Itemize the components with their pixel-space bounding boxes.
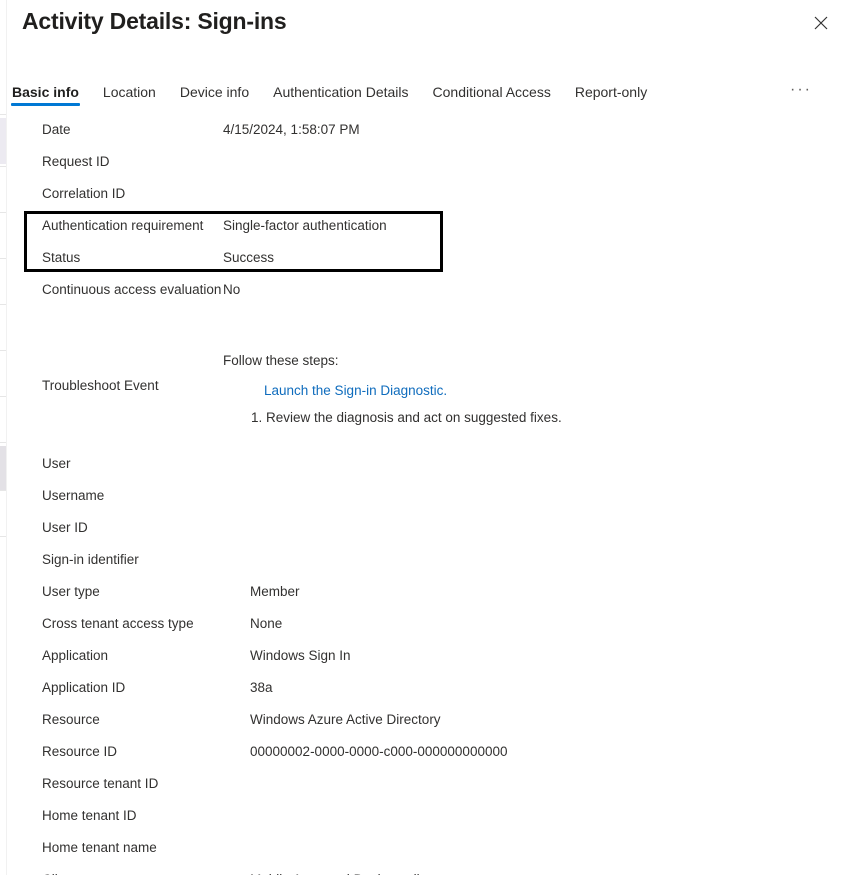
tab-location[interactable]: Location xyxy=(91,78,168,106)
detail-row-status: Status Success xyxy=(0,246,846,278)
troubleshoot-intro-text: Follow these steps: xyxy=(223,353,339,368)
detail-row-user-id: User ID xyxy=(0,516,846,548)
detail-row-resource-tenant-id: Resource tenant ID xyxy=(0,772,846,804)
close-icon xyxy=(814,16,828,30)
detail-value: No xyxy=(223,282,241,297)
detail-label: Application xyxy=(42,648,109,663)
detail-label: Correlation ID xyxy=(42,186,126,201)
basic-info-detail-list: Date 4/15/2024, 1:58:07 PM Request ID Co… xyxy=(0,118,846,875)
detail-row-resource-id: Resource ID 00000002-0000-0000-c000-0000… xyxy=(0,740,846,772)
detail-row-correlation-id: Correlation ID xyxy=(0,182,846,214)
detail-label: User ID xyxy=(42,520,88,535)
detail-label: Resource tenant ID xyxy=(42,776,159,791)
page-title: Activity Details: Sign-ins xyxy=(22,8,287,34)
detail-value: 00000002-0000-0000-c000-000000000000 xyxy=(250,744,508,759)
detail-label: Request ID xyxy=(42,154,110,169)
tab-report-only[interactable]: Report-only xyxy=(563,78,659,106)
detail-label: Home tenant name xyxy=(42,840,157,855)
detail-label: Resource xyxy=(42,712,100,727)
detail-value: 38a xyxy=(250,680,273,695)
detail-row-client-app: Client app Mobile Apps and Desktop clien… xyxy=(0,868,846,875)
detail-row-username: Username xyxy=(0,484,846,516)
detail-label: Authentication requirement xyxy=(42,218,204,233)
detail-label: User type xyxy=(42,584,100,599)
detail-label: Home tenant ID xyxy=(42,808,137,823)
detail-row-date: Date 4/15/2024, 1:58:07 PM xyxy=(0,118,846,150)
detail-row-user: User xyxy=(0,452,846,484)
activity-details-panel: Activity Details: Sign-ins Basic info Lo… xyxy=(0,0,846,875)
close-button[interactable] xyxy=(807,9,835,37)
detail-label: Troubleshoot Event xyxy=(42,378,159,393)
troubleshoot-step-text: 1. Review the diagnosis and act on sugge… xyxy=(251,410,562,425)
launch-sign-in-diagnostic-link[interactable]: Launch the Sign-in Diagnostic. xyxy=(264,383,447,398)
detail-value: 4/15/2024, 1:58:07 PM xyxy=(223,122,360,137)
tab-authentication-details[interactable]: Authentication Details xyxy=(261,78,420,106)
tab-basic-info[interactable]: Basic info xyxy=(0,78,91,106)
detail-row-continuous-access-evaluation: Continuous access evaluation No xyxy=(0,278,846,310)
detail-value: Windows Sign In xyxy=(250,648,351,663)
detail-value: Member xyxy=(250,584,300,599)
detail-row-cross-tenant-access-type: Cross tenant access type None xyxy=(0,612,846,644)
tab-conditional-access[interactable]: Conditional Access xyxy=(421,78,563,106)
detail-label: Resource ID xyxy=(42,744,118,759)
detail-label: Application ID xyxy=(42,680,126,695)
detail-label: User xyxy=(42,456,71,471)
detail-value: Windows Azure Active Directory xyxy=(250,712,441,727)
detail-row-home-tenant-name: Home tenant name xyxy=(0,836,846,868)
detail-value: None xyxy=(250,616,283,631)
detail-row-authentication-requirement: Authentication requirement Single-factor… xyxy=(0,214,846,246)
panel-header: Activity Details: Sign-ins xyxy=(0,0,846,62)
tab-bar: Basic info Location Device info Authenti… xyxy=(0,78,846,108)
detail-row-user-type: User type Member xyxy=(0,580,846,612)
detail-value: Single-factor authentication xyxy=(223,218,387,233)
detail-label: Username xyxy=(42,488,105,503)
detail-row-application-id: Application ID 38a xyxy=(0,676,846,708)
detail-row-resource: Resource Windows Azure Active Directory xyxy=(0,708,846,740)
detail-row-sign-in-identifier: Sign-in identifier xyxy=(0,548,846,580)
detail-row-application: Application Windows Sign In xyxy=(0,644,846,676)
detail-label: Date xyxy=(42,122,71,137)
detail-row-home-tenant-id: Home tenant ID xyxy=(0,804,846,836)
detail-label: Sign-in identifier xyxy=(42,552,139,567)
detail-row-troubleshoot-event: Troubleshoot Event Follow these steps: L… xyxy=(0,338,846,434)
detail-label: Continuous access evaluation xyxy=(42,282,222,297)
tab-device-info[interactable]: Device info xyxy=(168,78,261,106)
detail-label: Cross tenant access type xyxy=(42,616,194,631)
detail-row-request-id: Request ID xyxy=(0,150,846,182)
status-badge: Success xyxy=(223,250,275,265)
tab-overflow-ellipsis-icon[interactable]: ··· xyxy=(784,81,818,99)
detail-label: Status xyxy=(42,250,81,265)
